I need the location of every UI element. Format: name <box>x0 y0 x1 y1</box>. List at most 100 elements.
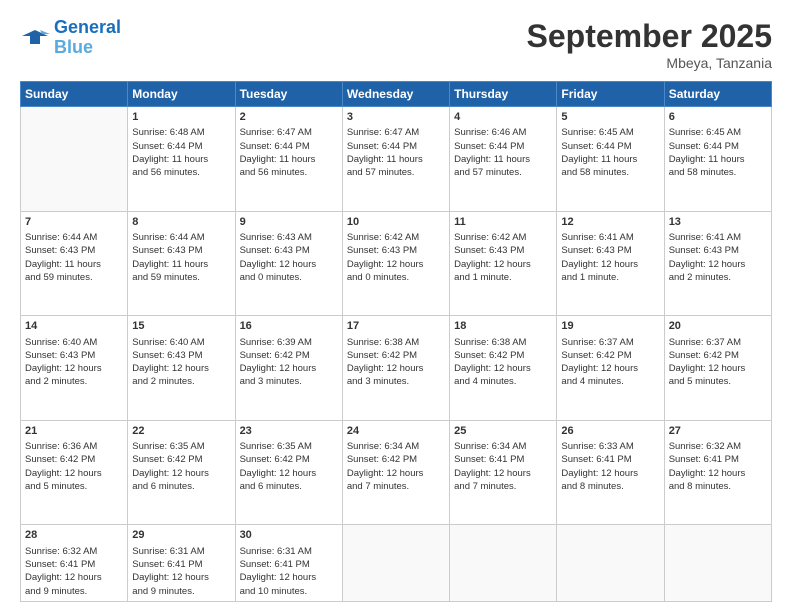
day-number: 7 <box>25 215 123 230</box>
calendar-cell: 15 Sunrise: 6:40 AM Sunset: 6:43 PM Dayli… <box>128 316 235 421</box>
calendar-body: 1Sunrise: 6:48 AM Sunset: 6:44 PM Daylig… <box>21 107 772 602</box>
calendar-cell <box>342 525 449 602</box>
day-number: 6 <box>669 110 767 125</box>
day-number: 14 <box>25 319 123 334</box>
day-info: Sunrise: 6:34 AM Sunset: 6:42 PM Dayligh… <box>347 440 445 493</box>
calendar-header-row: SundayMondayTuesdayWednesdayThursdayFrid… <box>21 82 772 107</box>
day-info: Sunrise: 6:37 AM Sunset: 6:42 PM Dayligh… <box>561 336 659 389</box>
calendar-week-row: 14 Sunrise: 6:40 AM Sunset: 6:43 PM Dayli… <box>21 316 772 421</box>
logo-text: General Blue <box>54 18 121 58</box>
day-number: 2 <box>240 110 338 125</box>
calendar-cell: 17Sunrise: 6:38 AM Sunset: 6:42 PM Dayli… <box>342 316 449 421</box>
header: General Blue September 2025 Mbeya, Tanza… <box>20 18 772 71</box>
day-number: 10 <box>347 215 445 230</box>
calendar-cell: 8Sunrise: 6:44 AM Sunset: 6:43 PM Daylig… <box>128 211 235 316</box>
calendar-table: SundayMondayTuesdayWednesdayThursdayFrid… <box>20 81 772 602</box>
day-info: Sunrise: 6:34 AM Sunset: 6:41 PM Dayligh… <box>454 440 552 493</box>
day-number: 26 <box>561 424 659 439</box>
calendar-week-row: 28Sunrise: 6:32 AM Sunset: 6:41 PM Dayli… <box>21 525 772 602</box>
day-number: 28 <box>25 528 123 543</box>
calendar-week-row: 1Sunrise: 6:48 AM Sunset: 6:44 PM Daylig… <box>21 107 772 212</box>
day-info: Sunrise: 6:43 AM Sunset: 6:43 PM Dayligh… <box>240 231 338 284</box>
calendar-week-row: 21Sunrise: 6:36 AM Sunset: 6:42 PM Dayli… <box>21 420 772 525</box>
calendar-cell <box>21 107 128 212</box>
calendar-header-cell: Wednesday <box>342 82 449 107</box>
calendar-cell: 9Sunrise: 6:43 AM Sunset: 6:43 PM Daylig… <box>235 211 342 316</box>
calendar-header-cell: Friday <box>557 82 664 107</box>
day-number: 23 <box>240 424 338 439</box>
day-info: Sunrise: 6:31 AM Sunset: 6:41 PM Dayligh… <box>240 545 338 598</box>
calendar-cell: 12Sunrise: 6:41 AM Sunset: 6:43 PM Dayli… <box>557 211 664 316</box>
page: General Blue September 2025 Mbeya, Tanza… <box>0 0 792 612</box>
calendar-cell <box>557 525 664 602</box>
calendar-cell: 28Sunrise: 6:32 AM Sunset: 6:41 PM Dayli… <box>21 525 128 602</box>
day-number: 16 <box>240 319 338 334</box>
day-info: Sunrise: 6:44 AM Sunset: 6:43 PM Dayligh… <box>25 231 123 284</box>
day-number: 25 <box>454 424 552 439</box>
day-info: Sunrise: 6:40 AM Sunset: 6:43 PM Dayligh… <box>132 336 230 389</box>
day-info: Sunrise: 6:45 AM Sunset: 6:44 PM Dayligh… <box>669 126 767 179</box>
calendar-header-cell: Saturday <box>664 82 771 107</box>
day-info: Sunrise: 6:41 AM Sunset: 6:43 PM Dayligh… <box>669 231 767 284</box>
month-title: September 2025 <box>527 18 772 55</box>
calendar-cell: 4Sunrise: 6:46 AM Sunset: 6:44 PM Daylig… <box>450 107 557 212</box>
calendar-cell: 13Sunrise: 6:41 AM Sunset: 6:43 PM Dayli… <box>664 211 771 316</box>
day-number: 5 <box>561 110 659 125</box>
day-info: Sunrise: 6:35 AM Sunset: 6:42 PM Dayligh… <box>132 440 230 493</box>
day-number: 8 <box>132 215 230 230</box>
calendar-cell: 5Sunrise: 6:45 AM Sunset: 6:44 PM Daylig… <box>557 107 664 212</box>
calendar-cell: 24Sunrise: 6:34 AM Sunset: 6:42 PM Dayli… <box>342 420 449 525</box>
calendar-cell: 22Sunrise: 6:35 AM Sunset: 6:42 PM Dayli… <box>128 420 235 525</box>
calendar-cell: 26Sunrise: 6:33 AM Sunset: 6:41 PM Dayli… <box>557 420 664 525</box>
day-info: Sunrise: 6:38 AM Sunset: 6:42 PM Dayligh… <box>454 336 552 389</box>
day-info: Sunrise: 6:32 AM Sunset: 6:41 PM Dayligh… <box>669 440 767 493</box>
calendar-cell <box>664 525 771 602</box>
location: Mbeya, Tanzania <box>527 55 772 71</box>
calendar-cell: 21Sunrise: 6:36 AM Sunset: 6:42 PM Dayli… <box>21 420 128 525</box>
calendar-cell: 20Sunrise: 6:37 AM Sunset: 6:42 PM Dayli… <box>664 316 771 421</box>
day-info: Sunrise: 6:48 AM Sunset: 6:44 PM Dayligh… <box>132 126 230 179</box>
calendar-cell: 30 Sunrise: 6:31 AM Sunset: 6:41 PM Dayli… <box>235 525 342 602</box>
day-number: 15 <box>132 319 230 334</box>
day-info: Sunrise: 6:33 AM Sunset: 6:41 PM Dayligh… <box>561 440 659 493</box>
day-info: Sunrise: 6:47 AM Sunset: 6:44 PM Dayligh… <box>240 126 338 179</box>
calendar-header-cell: Monday <box>128 82 235 107</box>
calendar-cell: 1Sunrise: 6:48 AM Sunset: 6:44 PM Daylig… <box>128 107 235 212</box>
calendar-cell: 16 Sunrise: 6:39 AM Sunset: 6:42 PM Dayli… <box>235 316 342 421</box>
day-info: Sunrise: 6:46 AM Sunset: 6:44 PM Dayligh… <box>454 126 552 179</box>
day-info: Sunrise: 6:40 AM Sunset: 6:43 PM Dayligh… <box>25 336 123 389</box>
calendar-cell: 23Sunrise: 6:35 AM Sunset: 6:42 PM Dayli… <box>235 420 342 525</box>
day-number: 18 <box>454 319 552 334</box>
day-number: 19 <box>561 319 659 334</box>
day-info: Sunrise: 6:45 AM Sunset: 6:44 PM Dayligh… <box>561 126 659 179</box>
calendar-cell: 6Sunrise: 6:45 AM Sunset: 6:44 PM Daylig… <box>664 107 771 212</box>
calendar-cell: 14 Sunrise: 6:40 AM Sunset: 6:43 PM Dayli… <box>21 316 128 421</box>
day-info: Sunrise: 6:41 AM Sunset: 6:43 PM Dayligh… <box>561 231 659 284</box>
calendar-header-cell: Sunday <box>21 82 128 107</box>
day-number: 24 <box>347 424 445 439</box>
day-number: 21 <box>25 424 123 439</box>
day-info: Sunrise: 6:38 AM Sunset: 6:42 PM Dayligh… <box>347 336 445 389</box>
calendar-cell: 11Sunrise: 6:42 AM Sunset: 6:43 PM Dayli… <box>450 211 557 316</box>
day-info: Sunrise: 6:44 AM Sunset: 6:43 PM Dayligh… <box>132 231 230 284</box>
day-info: Sunrise: 6:42 AM Sunset: 6:43 PM Dayligh… <box>454 231 552 284</box>
day-number: 11 <box>454 215 552 230</box>
day-number: 9 <box>240 215 338 230</box>
title-block: September 2025 Mbeya, Tanzania <box>527 18 772 71</box>
day-number: 30 <box>240 528 338 543</box>
day-number: 12 <box>561 215 659 230</box>
calendar-cell: 3Sunrise: 6:47 AM Sunset: 6:44 PM Daylig… <box>342 107 449 212</box>
calendar-cell: 25Sunrise: 6:34 AM Sunset: 6:41 PM Dayli… <box>450 420 557 525</box>
calendar-cell <box>450 525 557 602</box>
day-number: 4 <box>454 110 552 125</box>
calendar-header-cell: Tuesday <box>235 82 342 107</box>
day-info: Sunrise: 6:39 AM Sunset: 6:42 PM Dayligh… <box>240 336 338 389</box>
day-number: 22 <box>132 424 230 439</box>
calendar-cell: 29 Sunrise: 6:31 AM Sunset: 6:41 PM Dayli… <box>128 525 235 602</box>
day-number: 3 <box>347 110 445 125</box>
calendar-cell: 19 Sunrise: 6:37 AM Sunset: 6:42 PM Dayli… <box>557 316 664 421</box>
day-number: 13 <box>669 215 767 230</box>
day-info: Sunrise: 6:42 AM Sunset: 6:43 PM Dayligh… <box>347 231 445 284</box>
day-number: 29 <box>132 528 230 543</box>
day-info: Sunrise: 6:31 AM Sunset: 6:41 PM Dayligh… <box>132 545 230 598</box>
